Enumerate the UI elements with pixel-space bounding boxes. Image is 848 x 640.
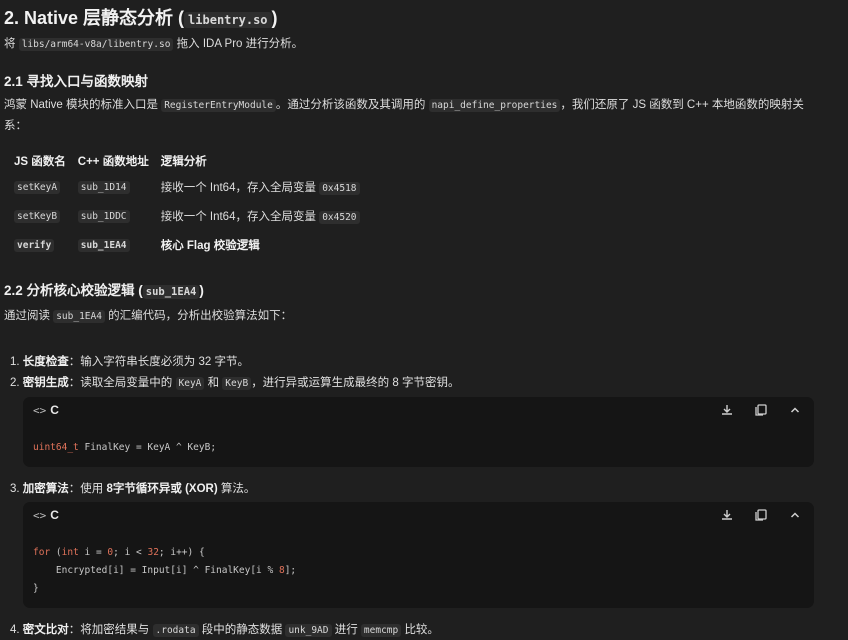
section-2-1-paragraph: 鸿蒙 Native 模块的标准入口是 RegisterEntryModule 。通… [4, 99, 804, 132]
code-line: } [33, 583, 39, 594]
inline-code: RegisterEntryModule [161, 99, 276, 112]
code-block-header: <> C [33, 403, 59, 417]
js-function-name: verify [14, 238, 55, 252]
table-row: setKeyA sub_1D14 接收一个 Int64，存入全局变量 0x451… [8, 172, 366, 201]
inline-code: napi_define_properties [428, 99, 561, 112]
logic-description: 接收一个 Int64，存入全局变量 0x4520 [155, 201, 366, 230]
code-block-actions [720, 403, 802, 417]
global-var-code: 0x4520 [319, 210, 360, 224]
code-block-actions [720, 508, 802, 522]
page-title: 2. Native 层静态分析 (libentry.so) [4, 8, 278, 28]
list-item: 1. 长度检查：输入字符串长度必须为 32 字节。 [10, 356, 249, 368]
table-header-js: JS 函数名 [14, 156, 66, 168]
section-heading-2-2: 2.2 分析核心校验逻辑 (sub_1EA4) [4, 283, 204, 299]
js-function-name: setKeyB [14, 209, 61, 223]
download-icon[interactable] [720, 403, 734, 417]
logic-description: 接收一个 Int64，存入全局变量 0x4518 [155, 172, 366, 201]
section-heading-2-1: 2.1 寻找入口与函数映射 [4, 74, 149, 89]
global-var-code: 0x4518 [319, 181, 360, 195]
section-2-2-paragraph: 通过阅读 sub_1EA4 的汇编代码，分析出校验算法如下： [4, 310, 293, 323]
inline-code: sub_1EA4 [53, 310, 105, 323]
code-chevrons-icon: <> [33, 404, 47, 417]
table-header-desc: 逻辑分析 [160, 156, 207, 168]
list-item: 2. 密钥生成：读取全局变量中的 KeyA 和 KeyB ，进行异或运算生成最终的… [10, 377, 460, 390]
collapse-icon[interactable] [788, 403, 802, 417]
document-page: 2. Native 层静态分析 (libentry.so) 将 libs/arm… [0, 0, 848, 640]
code-block-1: <> C uint64_t FinalKey = KeyA ^ KeyB; [23, 397, 814, 467]
code-language-label: C [50, 508, 59, 522]
table-row: verify sub_1EA4 核心 Flag 校验逻辑 [8, 230, 366, 259]
code-line: uint64_t FinalKey = KeyA ^ KeyB; [33, 442, 217, 453]
code-line: for (int i = 0; i < 32; i++) { [33, 547, 205, 558]
table-row: setKeyB sub_1DDC 接收一个 Int64，存入全局变量 0x452… [8, 201, 366, 230]
function-mapping-table: JS 函数名 C++ 函数地址 逻辑分析 setKeyA sub_1D14 接收… [8, 150, 366, 259]
title-code: libentry.so [184, 12, 272, 28]
js-function-name: setKeyA [14, 180, 61, 194]
code-block-header: <> C [33, 508, 59, 522]
code-block-2: <> C for (int i = 0; i < 32; i++) { Encry… [23, 502, 814, 608]
copy-icon[interactable] [754, 508, 768, 522]
intro-paragraph: 将 libs/arm64-v8a/libentry.so 拖入 IDA Pro … [4, 38, 304, 51]
code-language-label: C [50, 403, 59, 417]
logic-description: 核心 Flag 校验逻辑 [160, 239, 260, 252]
download-icon[interactable] [720, 508, 734, 522]
cpp-function-address: sub_1D14 [77, 180, 130, 194]
cpp-function-address: sub_1DDC [77, 209, 130, 223]
code-chevrons-icon: <> [33, 509, 47, 522]
list-item: 3. 加密算法：使用 8字节循环异或 (XOR) 算法。 [10, 483, 256, 495]
inline-code: libs/arm64-v8a/libentry.so [18, 38, 174, 51]
code-line: Encrypted[i] = Input[i] ^ FinalKey[i % 8… [33, 565, 297, 576]
table-header-row: JS 函数名 C++ 函数地址 逻辑分析 [8, 150, 366, 172]
copy-icon[interactable] [754, 403, 768, 417]
collapse-icon[interactable] [788, 508, 802, 522]
cpp-function-address: sub_1EA4 [77, 238, 130, 252]
table-header-addr: C++ 函数地址 [77, 156, 149, 168]
list-item: 4. 密文比对：将加密结果与 .rodata 段中的静态数据 unk_9AD 进… [10, 624, 439, 637]
